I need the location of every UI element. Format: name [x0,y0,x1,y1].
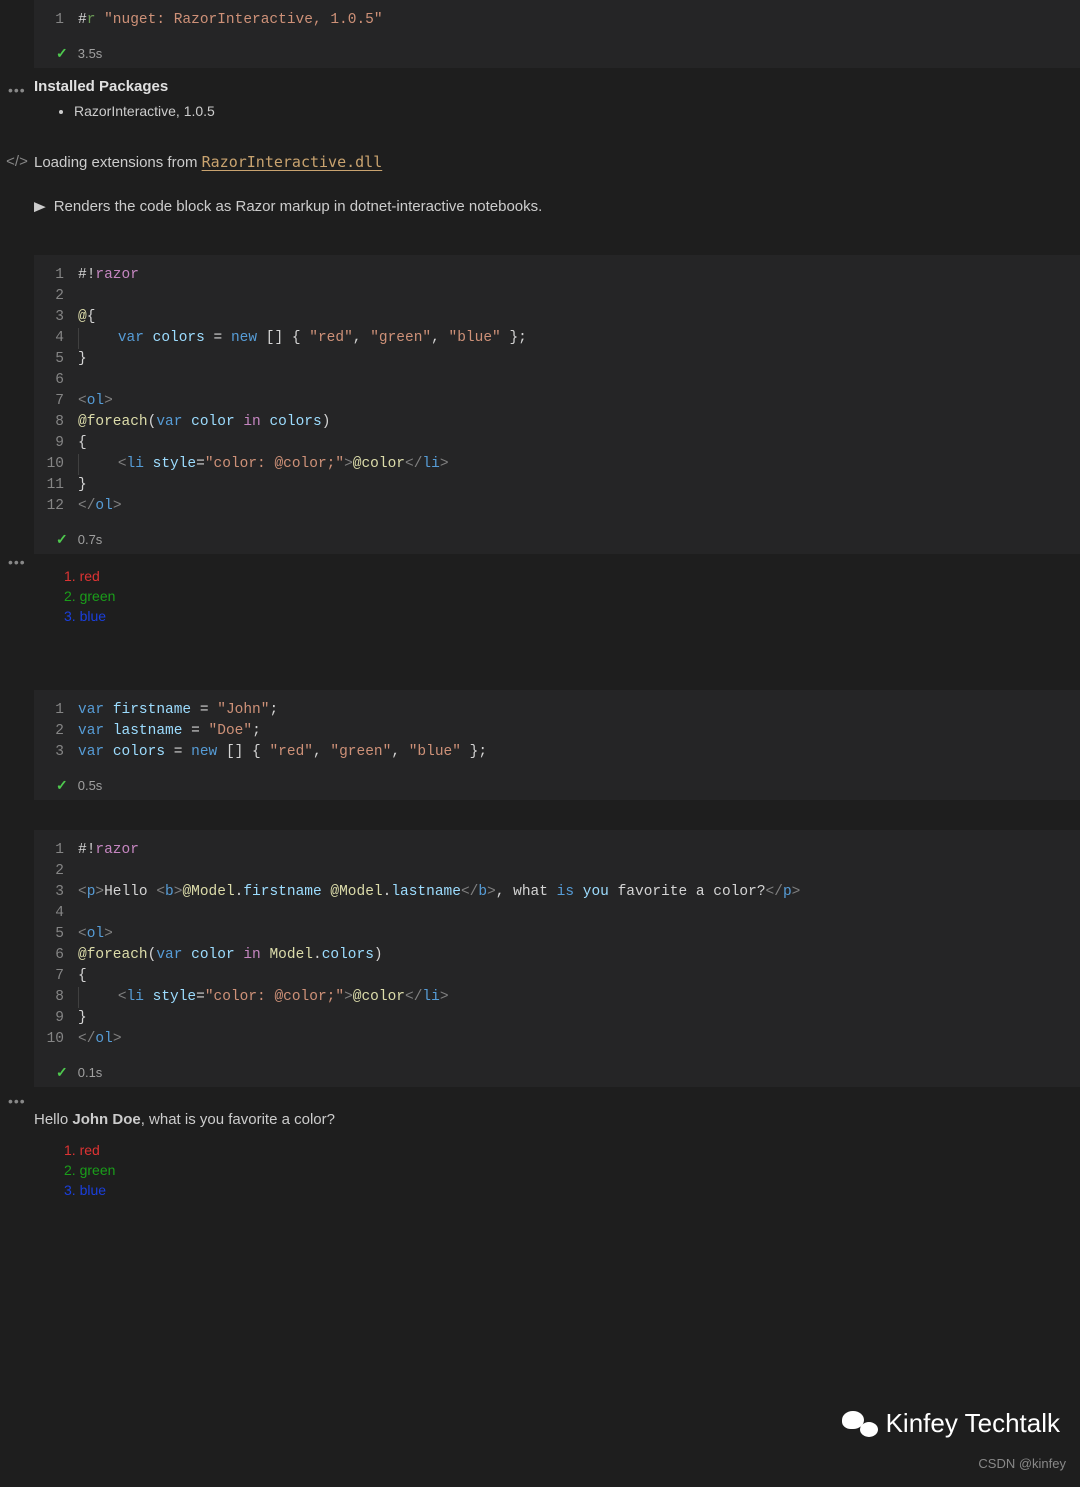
color-item: 1. red [64,566,1080,586]
code-block-nuget[interactable]: 1#r "nuget: RazorInteractive, 1.0.5" [34,0,1080,39]
check-icon: ✓ [56,45,68,62]
code-block-razor-1[interactable]: 1#!razor23@{4 var colors = new [] { "red… [34,255,1080,525]
csdn-attribution: CSDN @kinfey [978,1456,1066,1471]
check-icon: ✓ [56,777,68,794]
installed-packages-list: RazorInteractive, 1.0.5 [34,103,1080,119]
loading-prefix: Loading extensions from [34,154,202,171]
cell-1-time: 3.5s [78,46,103,61]
cell-1-status: ✓ 3.5s [34,39,1080,68]
cell-3-time: 0.5s [78,778,103,793]
installed-packages: ••• Installed Packages RazorInteractive,… [0,68,1080,123]
cell-4: 1#!razor23<p>Hello <b>@Model.firstname @… [0,830,1080,1087]
code-block-razor-2[interactable]: 1#!razor23<p>Hello <b>@Model.firstname @… [34,830,1080,1058]
color-item: 3. blue [64,1180,1080,1200]
check-icon: ✓ [56,531,68,548]
hello-suffix: , what is you favorite a color? [141,1111,335,1128]
loading-extensions: </> Loading extensions from RazorInterac… [0,123,1080,183]
output-colors-1: ••• 1. red2. green3. blue [34,554,1080,634]
output-colors-2: 1. red2. green3. blue [34,1136,1080,1208]
installed-package-item: RazorInteractive, 1.0.5 [74,103,1080,119]
cell-1: 1#r "nuget: RazorInteractive, 1.0.5" ✓ 3… [0,0,1080,68]
color-list-1: 1. red2. green3. blue [64,566,1080,626]
hello-name: John Doe [72,1111,140,1128]
renders-details[interactable]: ▶ Renders the code block as Razor markup… [0,183,1080,215]
color-item: 1. red [64,1140,1080,1160]
color-item: 2. green [64,1160,1080,1180]
wechat-icon [842,1409,878,1439]
color-item: 3. blue [64,606,1080,626]
cell-3-status: ✓ 0.5s [34,771,1080,800]
code-block-vars[interactable]: 1var firstname = "John";2var lastname = … [34,690,1080,771]
cell-2: 1#!razor23@{4 var colors = new [] { "red… [0,255,1080,554]
cell-2-status: ✓ 0.7s [34,525,1080,554]
loading-filename[interactable]: RazorInteractive.dll [202,153,383,171]
watermark-text: Kinfey Techtalk [886,1408,1060,1439]
cell-4-status: ✓ 0.1s [34,1058,1080,1087]
installed-packages-heading: Installed Packages [34,78,1080,95]
cell-2-time: 0.7s [78,532,103,547]
color-item: 2. green [64,586,1080,606]
ellipsis-icon[interactable]: ••• [8,82,26,98]
cell-4-time: 0.1s [78,1065,103,1080]
cell-3: 1var firstname = "John";2var lastname = … [0,690,1080,800]
renders-text: Renders the code block as Razor markup i… [54,198,543,215]
collapsed-arrow-icon: ▶ [34,198,46,213]
hello-output: Hello John Doe, what is you favorite a c… [0,1107,1080,1136]
color-list-2: 1. red2. green3. blue [64,1140,1080,1200]
check-icon: ✓ [56,1064,68,1081]
code-icon: </> [6,153,28,170]
watermark: Kinfey Techtalk [842,1408,1060,1439]
ellipsis-icon[interactable]: ••• [8,554,26,570]
hello-prefix: Hello [34,1111,72,1128]
